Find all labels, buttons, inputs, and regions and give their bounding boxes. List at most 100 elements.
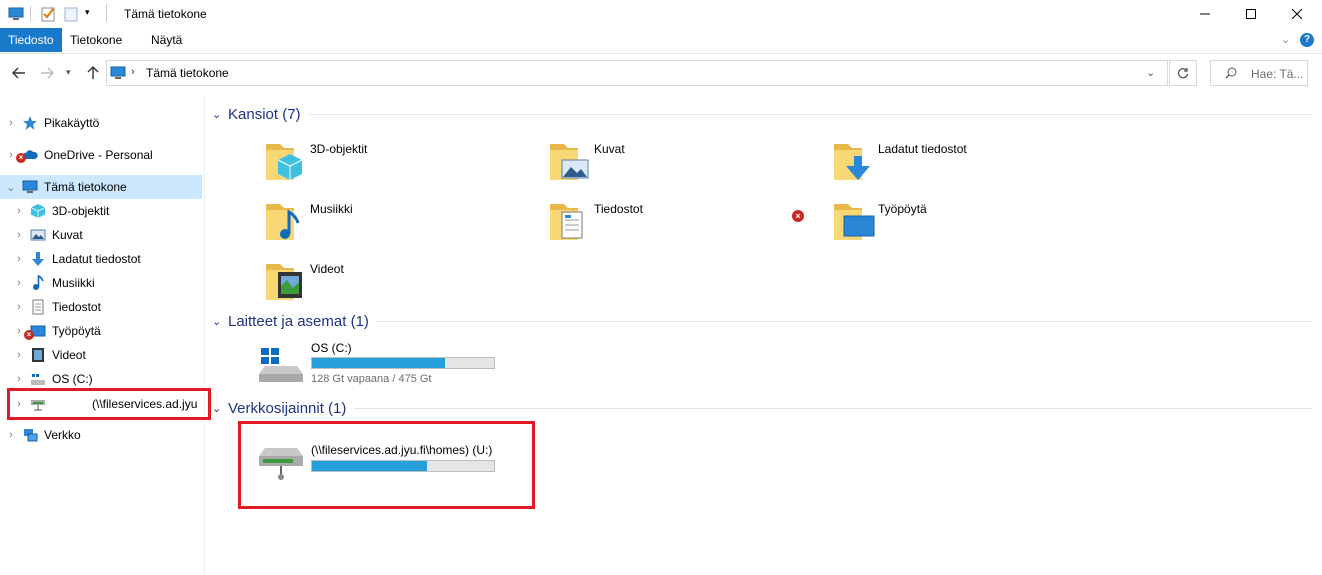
breadcrumb-path[interactable]: Tämä tietokone bbox=[146, 66, 229, 80]
group-header-devices[interactable]: ⌄ Laitteet ja asemat (1) bbox=[212, 311, 1312, 331]
folder-3d-objects[interactable]: 3D-objektit bbox=[264, 136, 504, 192]
ribbon-bar bbox=[0, 28, 1322, 54]
group-title: Kansiot (7) bbox=[228, 105, 301, 123]
drive-label: OS (C:) bbox=[311, 341, 352, 355]
address-bar[interactable] bbox=[106, 60, 1168, 86]
network-icon bbox=[22, 427, 38, 443]
folder-documents[interactable]: Tiedostot bbox=[548, 196, 788, 252]
folder-label: Tiedostot bbox=[594, 202, 643, 216]
error-badge-icon: × bbox=[24, 330, 34, 340]
drive-usage-bar bbox=[311, 357, 495, 369]
nav-item-label: Tiedostot bbox=[52, 300, 101, 314]
nav-item-music[interactable]: › Musiikki bbox=[0, 271, 202, 295]
nav-item-network[interactable]: › Verkko bbox=[0, 423, 202, 447]
chevron-down-icon[interactable]: ⌄ bbox=[4, 181, 18, 194]
folder-label: Musiikki bbox=[310, 202, 353, 216]
chevron-right-icon[interactable]: › bbox=[4, 429, 18, 441]
computer-icon bbox=[110, 65, 126, 81]
up-button[interactable] bbox=[82, 62, 104, 84]
help-icon[interactable]: ? bbox=[1300, 33, 1314, 47]
nav-item-quick-access[interactable]: › Pikakäyttö bbox=[0, 111, 202, 135]
folder-pictures[interactable]: Kuvat bbox=[548, 136, 788, 192]
drive-free-text: 128 Gt vapaana / 475 Gt bbox=[311, 373, 432, 385]
chevron-down-icon[interactable]: ⌄ bbox=[212, 108, 226, 121]
search-icon bbox=[1225, 67, 1237, 79]
refresh-icon bbox=[1177, 68, 1189, 79]
maximize-icon bbox=[1246, 9, 1256, 19]
nav-item-pictures[interactable]: › Kuvat bbox=[0, 223, 202, 247]
search-placeholder: Hae: Tä... bbox=[1251, 67, 1304, 81]
properties-icon[interactable] bbox=[40, 6, 56, 22]
nav-item-label: Pikakäyttö bbox=[44, 116, 100, 130]
group-divider bbox=[354, 407, 1312, 409]
window-title: Tämä tietokone bbox=[124, 7, 207, 21]
tab-computer[interactable]: Tietokone bbox=[60, 28, 132, 52]
address-dropdown-icon[interactable]: ⌄ bbox=[1146, 66, 1155, 79]
chevron-right-icon[interactable]: › bbox=[4, 117, 18, 129]
breadcrumb-chevron-icon[interactable]: › bbox=[131, 66, 135, 78]
minimize-button[interactable] bbox=[1182, 0, 1228, 28]
chevron-right-icon[interactable]: › bbox=[12, 301, 26, 313]
video-icon bbox=[30, 347, 46, 363]
search-box[interactable]: Hae: Tä... bbox=[1210, 60, 1308, 86]
folder-label: 3D-objektit bbox=[310, 142, 368, 156]
chevron-right-icon[interactable]: › bbox=[12, 373, 26, 385]
nav-item-this-pc[interactable]: ⌄ Tämä tietokone bbox=[0, 175, 202, 199]
folder-label: Videot bbox=[310, 262, 344, 276]
chevron-right-icon[interactable]: › bbox=[12, 253, 26, 265]
back-arrow-icon bbox=[12, 67, 25, 79]
close-button[interactable] bbox=[1274, 0, 1320, 28]
chevron-right-icon[interactable]: › bbox=[12, 229, 26, 241]
chevron-right-icon[interactable]: › bbox=[12, 277, 26, 289]
drive-os[interactable]: OS (C:) 128 Gt vapaana / 475 Gt bbox=[255, 338, 505, 390]
group-header-network[interactable]: ⌄ Verkkosijainnit (1) bbox=[212, 398, 1312, 418]
music-icon bbox=[30, 274, 46, 291]
nav-item-label: OS (C:) bbox=[52, 372, 93, 386]
folder-videos-icon bbox=[266, 264, 302, 300]
new-folder-icon[interactable] bbox=[63, 6, 79, 22]
drive-usage-fill bbox=[312, 358, 445, 368]
tab-view[interactable]: Näytä bbox=[141, 28, 192, 52]
nav-item-onedrive[interactable]: › × OneDrive - Personal bbox=[0, 143, 202, 167]
desktop-icon: × bbox=[24, 323, 46, 340]
tab-file[interactable]: Tiedosto bbox=[0, 28, 62, 52]
nav-item-label: Verkko bbox=[44, 428, 81, 442]
folder-label: Ladatut tiedostot bbox=[878, 142, 967, 156]
nav-item-desktop[interactable]: › × Työpöytä bbox=[0, 319, 202, 343]
chevron-down-icon[interactable]: ⌄ bbox=[212, 402, 226, 415]
back-button[interactable] bbox=[8, 62, 30, 84]
pictures-icon bbox=[30, 227, 46, 243]
nav-item-videos[interactable]: › Videot bbox=[0, 343, 202, 367]
folder-downloads[interactable]: Ladatut tiedostot bbox=[832, 136, 1072, 192]
nav-item-downloads[interactable]: › Ladatut tiedostot bbox=[0, 247, 202, 271]
group-title: Laitteet ja asemat (1) bbox=[228, 312, 369, 330]
refresh-button[interactable] bbox=[1169, 60, 1197, 86]
quick-access-dropdown-icon[interactable]: ▾ bbox=[85, 7, 90, 18]
chevron-right-icon[interactable]: › bbox=[12, 205, 26, 217]
recent-locations-icon[interactable]: ▾ bbox=[66, 67, 71, 78]
folder-downloads-icon bbox=[834, 144, 870, 180]
group-header-folders[interactable]: ⌄ Kansiot (7) bbox=[212, 104, 1312, 124]
star-icon bbox=[22, 115, 38, 131]
folder-desktop-icon bbox=[834, 204, 875, 240]
drive-icon bbox=[30, 371, 46, 387]
error-badge-icon: × bbox=[16, 153, 26, 163]
folder-desktop[interactable]: Työpöytä bbox=[832, 196, 1072, 252]
computer-icon bbox=[8, 6, 24, 22]
error-badge-icon: × bbox=[792, 210, 804, 222]
group-divider bbox=[308, 113, 1312, 115]
nav-item-label: Kuvat bbox=[52, 228, 83, 242]
nav-item-documents[interactable]: › Tiedostot bbox=[0, 295, 202, 319]
folder-music-icon bbox=[266, 204, 300, 240]
forward-button[interactable] bbox=[36, 62, 58, 84]
folder-music[interactable]: Musiikki bbox=[264, 196, 504, 252]
folder-videos[interactable]: Videot bbox=[264, 256, 504, 312]
nav-item-3d-objects[interactable]: › 3D-objektit bbox=[0, 199, 202, 223]
chevron-right-icon[interactable]: › bbox=[12, 349, 26, 361]
folder-pictures-icon bbox=[550, 144, 589, 180]
title-separator bbox=[106, 4, 107, 22]
maximize-button[interactable] bbox=[1228, 0, 1274, 28]
chevron-down-icon[interactable]: ⌄ bbox=[212, 315, 226, 328]
ribbon-expand-icon[interactable]: ⌄ bbox=[1281, 33, 1290, 46]
highlight-box-content bbox=[238, 421, 535, 509]
